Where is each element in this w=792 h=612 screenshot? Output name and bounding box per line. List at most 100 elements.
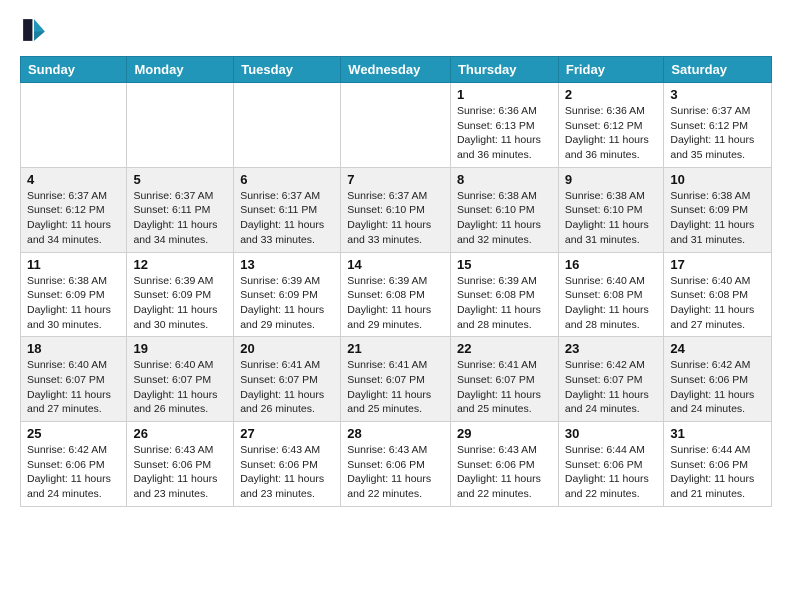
calendar-cell: 13 Sunrise: 6:39 AM Sunset: 6:09 PM Dayli… [234,252,341,337]
calendar-cell: 12 Sunrise: 6:39 AM Sunset: 6:09 PM Dayli… [127,252,234,337]
logo [20,16,52,44]
day-info: Sunrise: 6:39 AM Sunset: 6:08 PM Dayligh… [457,274,552,333]
day-number: 8 [457,172,552,187]
calendar-cell: 11 Sunrise: 6:38 AM Sunset: 6:09 PM Dayli… [21,252,127,337]
calendar-cell: 10 Sunrise: 6:38 AM Sunset: 6:09 PM Dayli… [664,167,772,252]
day-number: 13 [240,257,334,272]
calendar-cell: 30 Sunrise: 6:44 AM Sunset: 6:06 PM Dayli… [558,422,663,507]
day-info: Sunrise: 6:40 AM Sunset: 6:07 PM Dayligh… [27,358,120,417]
day-info: Sunrise: 6:39 AM Sunset: 6:09 PM Dayligh… [240,274,334,333]
day-number: 27 [240,426,334,441]
calendar-week-5: 25Sunrise: 6:42 AM Sunset: 6:06 PM Dayli… [21,422,772,507]
day-info: Sunrise: 6:36 AM Sunset: 6:12 PM Dayligh… [565,104,657,163]
calendar-cell: 29Sunrise: 6:43 AM Sunset: 6:06 PM Dayli… [450,422,558,507]
day-info: Sunrise: 6:36 AM Sunset: 6:13 PM Dayligh… [457,104,552,163]
calendar-cell [341,83,451,168]
calendar-cell: 5 Sunrise: 6:37 AM Sunset: 6:11 PM Daylig… [127,167,234,252]
day-info: Sunrise: 6:42 AM Sunset: 6:07 PM Dayligh… [565,358,657,417]
col-header-tuesday: Tuesday [234,57,341,83]
calendar-cell: 24 Sunrise: 6:42 AM Sunset: 6:06 PM Dayli… [664,337,772,422]
day-number: 7 [347,172,444,187]
day-info: Sunrise: 6:40 AM Sunset: 6:07 PM Dayligh… [133,358,227,417]
day-info: Sunrise: 6:42 AM Sunset: 6:06 PM Dayligh… [27,443,120,502]
calendar-cell: 19 Sunrise: 6:40 AM Sunset: 6:07 PM Dayli… [127,337,234,422]
day-number: 1 [457,87,552,102]
day-number: 6 [240,172,334,187]
day-number: 3 [670,87,765,102]
day-info: Sunrise: 6:43 AM Sunset: 6:06 PM Dayligh… [133,443,227,502]
logo-icon [20,16,48,44]
header [20,16,772,44]
day-info: Sunrise: 6:37 AM Sunset: 6:10 PM Dayligh… [347,189,444,248]
day-number: 9 [565,172,657,187]
day-info: Sunrise: 6:43 AM Sunset: 6:06 PM Dayligh… [240,443,334,502]
day-number: 2 [565,87,657,102]
calendar-cell: 7 Sunrise: 6:37 AM Sunset: 6:10 PM Daylig… [341,167,451,252]
day-number: 20 [240,341,334,356]
calendar-cell: 27 Sunrise: 6:43 AM Sunset: 6:06 PM Dayli… [234,422,341,507]
day-info: Sunrise: 6:41 AM Sunset: 6:07 PM Dayligh… [457,358,552,417]
calendar-cell [234,83,341,168]
day-info: Sunrise: 6:41 AM Sunset: 6:07 PM Dayligh… [240,358,334,417]
col-header-saturday: Saturday [664,57,772,83]
day-number: 15 [457,257,552,272]
calendar-header-row: SundayMondayTuesdayWednesdayThursdayFrid… [21,57,772,83]
calendar-week-2: 4 Sunrise: 6:37 AM Sunset: 6:12 PM Daylig… [21,167,772,252]
day-number: 4 [27,172,120,187]
col-header-friday: Friday [558,57,663,83]
day-info: Sunrise: 6:41 AM Sunset: 6:07 PM Dayligh… [347,358,444,417]
day-info: Sunrise: 6:39 AM Sunset: 6:08 PM Dayligh… [347,274,444,333]
calendar-cell: 16 Sunrise: 6:40 AM Sunset: 6:08 PM Dayli… [558,252,663,337]
day-info: Sunrise: 6:42 AM Sunset: 6:06 PM Dayligh… [670,358,765,417]
day-number: 17 [670,257,765,272]
day-number: 14 [347,257,444,272]
day-info: Sunrise: 6:38 AM Sunset: 6:10 PM Dayligh… [565,189,657,248]
day-number: 31 [670,426,765,441]
calendar-cell: 2 Sunrise: 6:36 AM Sunset: 6:12 PM Daylig… [558,83,663,168]
calendar-cell: 3 Sunrise: 6:37 AM Sunset: 6:12 PM Daylig… [664,83,772,168]
calendar-cell: 31Sunrise: 6:44 AM Sunset: 6:06 PM Dayli… [664,422,772,507]
col-header-wednesday: Wednesday [341,57,451,83]
day-number: 12 [133,257,227,272]
col-header-sunday: Sunday [21,57,127,83]
day-number: 5 [133,172,227,187]
day-info: Sunrise: 6:37 AM Sunset: 6:11 PM Dayligh… [133,189,227,248]
calendar-cell: 21Sunrise: 6:41 AM Sunset: 6:07 PM Dayli… [341,337,451,422]
calendar-table: SundayMondayTuesdayWednesdayThursdayFrid… [20,56,772,507]
day-info: Sunrise: 6:44 AM Sunset: 6:06 PM Dayligh… [565,443,657,502]
calendar-cell: 1 Sunrise: 6:36 AM Sunset: 6:13 PM Daylig… [450,83,558,168]
day-number: 11 [27,257,120,272]
calendar-cell: 20 Sunrise: 6:41 AM Sunset: 6:07 PM Dayli… [234,337,341,422]
day-info: Sunrise: 6:37 AM Sunset: 6:11 PM Dayligh… [240,189,334,248]
calendar-cell: 6 Sunrise: 6:37 AM Sunset: 6:11 PM Daylig… [234,167,341,252]
day-number: 18 [27,341,120,356]
calendar-cell: 28Sunrise: 6:43 AM Sunset: 6:06 PM Dayli… [341,422,451,507]
day-number: 30 [565,426,657,441]
day-number: 24 [670,341,765,356]
calendar-cell [21,83,127,168]
day-info: Sunrise: 6:38 AM Sunset: 6:09 PM Dayligh… [27,274,120,333]
day-info: Sunrise: 6:37 AM Sunset: 6:12 PM Dayligh… [670,104,765,163]
calendar-cell: 14 Sunrise: 6:39 AM Sunset: 6:08 PM Dayli… [341,252,451,337]
day-info: Sunrise: 6:40 AM Sunset: 6:08 PM Dayligh… [565,274,657,333]
calendar-cell [127,83,234,168]
calendar-week-4: 18 Sunrise: 6:40 AM Sunset: 6:07 PM Dayli… [21,337,772,422]
day-info: Sunrise: 6:39 AM Sunset: 6:09 PM Dayligh… [133,274,227,333]
calendar-cell: 17 Sunrise: 6:40 AM Sunset: 6:08 PM Dayli… [664,252,772,337]
calendar-week-1: 1 Sunrise: 6:36 AM Sunset: 6:13 PM Daylig… [21,83,772,168]
day-number: 10 [670,172,765,187]
day-info: Sunrise: 6:38 AM Sunset: 6:09 PM Dayligh… [670,189,765,248]
calendar-cell: 8Sunrise: 6:38 AM Sunset: 6:10 PM Daylig… [450,167,558,252]
calendar-cell: 18 Sunrise: 6:40 AM Sunset: 6:07 PM Dayli… [21,337,127,422]
calendar-week-3: 11 Sunrise: 6:38 AM Sunset: 6:09 PM Dayli… [21,252,772,337]
day-info: Sunrise: 6:37 AM Sunset: 6:12 PM Dayligh… [27,189,120,248]
day-number: 22 [457,341,552,356]
calendar-cell: 9 Sunrise: 6:38 AM Sunset: 6:10 PM Daylig… [558,167,663,252]
day-info: Sunrise: 6:43 AM Sunset: 6:06 PM Dayligh… [457,443,552,502]
calendar-cell: 26Sunrise: 6:43 AM Sunset: 6:06 PM Dayli… [127,422,234,507]
day-info: Sunrise: 6:40 AM Sunset: 6:08 PM Dayligh… [670,274,765,333]
day-number: 19 [133,341,227,356]
calendar-cell: 23Sunrise: 6:42 AM Sunset: 6:07 PM Dayli… [558,337,663,422]
day-number: 16 [565,257,657,272]
calendar-cell: 15 Sunrise: 6:39 AM Sunset: 6:08 PM Dayli… [450,252,558,337]
